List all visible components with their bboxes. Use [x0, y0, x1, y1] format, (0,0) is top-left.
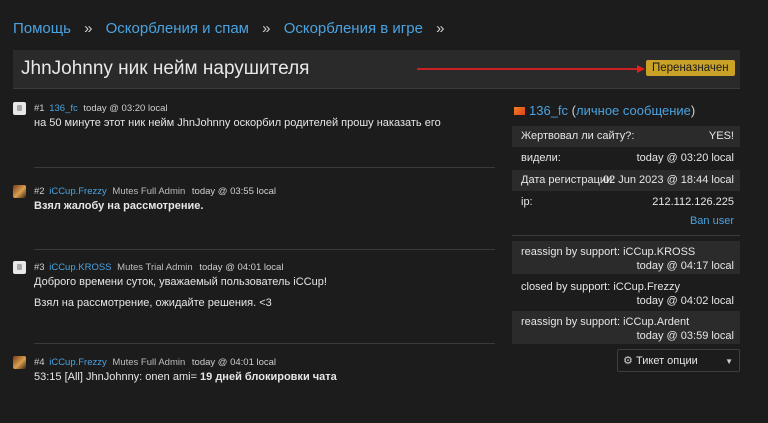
breadcrumb-insults-spam[interactable]: Оскорбления и спам [106, 20, 249, 37]
breadcrumb-insults-in-game[interactable]: Оскорбления в игре [284, 20, 423, 37]
log-entry: reassign by support: iCCup.KROSS today @… [512, 241, 740, 274]
gear-icon: ⚙ [623, 355, 633, 367]
info-value: today @ 03:20 local [636, 152, 734, 164]
post-author[interactable]: iCCup.Frezzy [49, 186, 107, 197]
penalty-text: 19 дней блокировки чата [200, 371, 337, 383]
info-value: 02 Jun 2023 @ 18:44 local [602, 174, 734, 186]
info-value: YES! [708, 130, 734, 142]
log-entry: closed by support: iCCup.Frezzy today @ … [512, 276, 740, 309]
post-time: today @ 03:20 local [83, 103, 168, 114]
log-text: closed by support: iCCup.Frezzy [521, 281, 680, 293]
divider [34, 167, 495, 168]
log-time: today @ 04:17 local [636, 260, 734, 272]
post-author-role: Mutes Full Admin [112, 357, 186, 368]
caret-down-icon: ▼ [725, 357, 733, 366]
status-badge[interactable]: Переназначен [646, 60, 735, 76]
ticket-title: JhnJohnny ник нейм нарушителя [21, 58, 310, 79]
info-row-seen: видели: today @ 03:20 local [512, 148, 740, 169]
post-number[interactable]: #2 [34, 186, 45, 197]
post-author-role: Mutes Trial Admin [117, 262, 193, 273]
info-row-ip: ip: 212.112.126.225 [512, 192, 740, 213]
breadcrumb: Помощь » Оскорбления и спам » Оскорблени… [13, 20, 453, 37]
post-meta: #1 136_fc today @ 03:20 local [34, 103, 168, 114]
post-time: today @ 04:01 local [191, 357, 277, 368]
info-label: Дата регистрации: [521, 174, 616, 186]
ticket-options-dropdown[interactable]: ⚙ Тикет опции ▼ [617, 349, 740, 372]
post-author[interactable]: iCCup.Frezzy [49, 357, 107, 368]
red-arrow-annotation [417, 65, 645, 73]
avatar[interactable] [13, 261, 26, 274]
post-meta: #4 iCCup.Frezzy Mutes Full Admin today @… [34, 357, 276, 368]
post-number[interactable]: #4 [34, 357, 45, 368]
avatar[interactable] [13, 102, 26, 115]
breadcrumb-separator: » [436, 20, 445, 37]
log-time: today @ 04:02 local [636, 295, 734, 307]
post-author[interactable]: 136_fc [49, 103, 78, 114]
private-message-link[interactable]: личное сообщение [576, 103, 691, 118]
flag-icon [514, 107, 525, 115]
avatar[interactable] [13, 356, 26, 369]
post-number[interactable]: #3 [34, 262, 45, 273]
breadcrumb-separator: » [84, 20, 93, 37]
log-text: reassign by support: iCCup.Ardent [521, 316, 690, 328]
ban-user-link[interactable]: Ban user [690, 215, 734, 227]
post-time: today @ 03:55 local [191, 186, 277, 197]
log-entry: reassign by support: iCCup.Ardent today … [512, 311, 740, 344]
info-value: 212.112.126.225 [652, 196, 734, 208]
post-author-role: Mutes Full Admin [112, 186, 186, 197]
post-text: Взял на рассмотрение, ожидайте решения. … [34, 297, 272, 309]
post-number[interactable]: #1 [34, 103, 45, 114]
post-meta: #3 iCCup.KROSS Mutes Trial Admin today @… [34, 262, 283, 273]
user-header: 136_fc (личное сообщение) [514, 103, 695, 118]
post-text: Доброго времени суток, уважаемый пользов… [34, 276, 327, 288]
divider [512, 235, 740, 236]
ticket-options-label: Тикет опции [636, 355, 698, 367]
post-meta: #2 iCCup.Frezzy Mutes Full Admin today @… [34, 186, 276, 197]
breadcrumb-help[interactable]: Помощь [13, 20, 71, 37]
chat-log-line: 53:15 [All] JhnJohnny: onen ami= [34, 371, 201, 383]
divider [34, 343, 495, 344]
post-text: на 50 минуте этот ник нейм JhnJohnny оск… [34, 117, 441, 129]
breadcrumb-separator: » [262, 20, 271, 37]
log-time: today @ 03:59 local [636, 330, 734, 342]
user-name-link[interactable]: 136_fc [529, 103, 568, 118]
post-author[interactable]: iCCup.KROSS [49, 262, 111, 273]
post-time: today @ 04:01 local [199, 262, 284, 273]
divider [34, 249, 495, 250]
log-text: reassign by support: iCCup.KROSS [521, 246, 696, 258]
info-label: Жертвовал ли сайту?: [521, 130, 635, 142]
paren-close: ) [690, 103, 696, 118]
post-text: 53:15 [All] JhnJohnny: onen ami= 19 дней… [34, 371, 337, 383]
info-row-registered: Дата регистрации: 02 Jun 2023 @ 18:44 lo… [512, 170, 740, 191]
post-text: Взял жалобу на рассмотрение. [34, 200, 204, 212]
info-label: ip: [521, 196, 533, 208]
info-row-donated: Жертвовал ли сайту?: YES! [512, 126, 740, 147]
info-label: видели: [521, 152, 561, 164]
ticket-header: JhnJohnny ник нейм нарушителя Переназнач… [13, 50, 740, 89]
avatar[interactable] [13, 185, 26, 198]
